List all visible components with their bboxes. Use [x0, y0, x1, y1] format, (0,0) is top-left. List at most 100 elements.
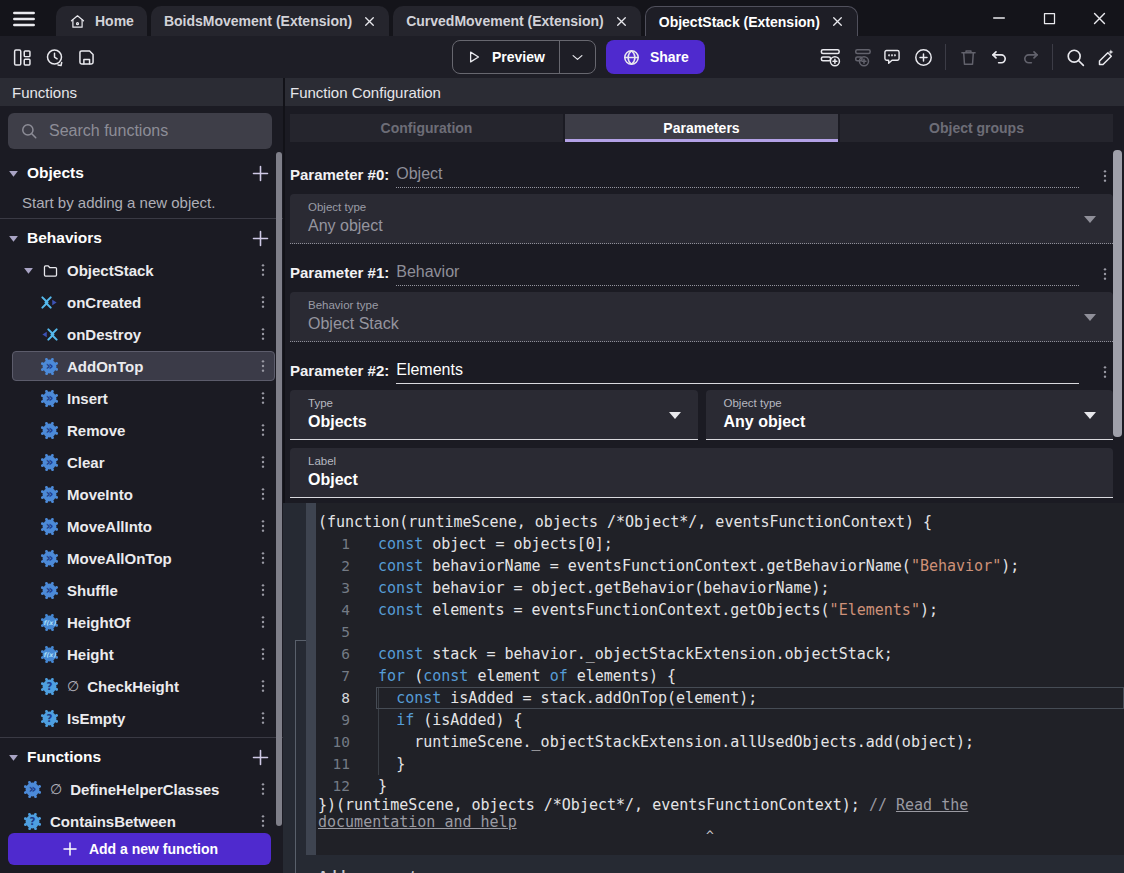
kebab-menu-icon[interactable] — [255, 294, 271, 310]
window-minimize-button[interactable] — [988, 7, 1010, 29]
sidebar-section-functions[interactable]: Functions — [0, 741, 283, 773]
kebab-menu-icon[interactable] — [255, 454, 271, 470]
svg-text:»: » — [46, 519, 54, 533]
kebab-menu-icon[interactable] — [255, 358, 271, 374]
parameter-name-input[interactable]: Behavior — [396, 263, 1079, 286]
function-item-addontop[interactable]: » AddOnTop — [0, 350, 283, 382]
share-button[interactable]: Share — [606, 40, 705, 74]
close-icon[interactable] — [363, 15, 376, 28]
search-functions-input[interactable]: Search functions — [8, 113, 272, 149]
tab-curvedmovement-extension-[interactable]: CurvedMovement (Extension) — [393, 6, 641, 36]
kebab-menu-icon[interactable] — [255, 614, 271, 630]
parameter-name-input[interactable]: Elements — [396, 361, 1079, 384]
function-item-definehelperclasses[interactable]: »∅ DefineHelperClasses — [0, 773, 283, 805]
kebab-menu-icon[interactable] — [255, 646, 271, 662]
sidebar-scrollbar[interactable] — [276, 152, 282, 826]
code-editor[interactable]: (function(runtimeScene, objects /*Object… — [316, 503, 1124, 855]
svg-text:»: » — [46, 487, 54, 501]
add-icon[interactable] — [250, 228, 271, 249]
tab-objectstack-extension-[interactable]: ObjectStack (Extension) — [645, 6, 858, 36]
action-icon: » — [40, 357, 59, 376]
action-icon: » — [23, 780, 42, 799]
panels-icon[interactable] — [10, 45, 34, 69]
function-item-oncreated[interactable]: onCreated — [0, 286, 283, 318]
close-icon[interactable] — [615, 15, 628, 28]
search-icon[interactable] — [1063, 45, 1087, 69]
add-comment-icon[interactable] — [880, 45, 904, 69]
field-object-type[interactable]: Object type Any object — [290, 194, 1113, 244]
line-number: 5 — [316, 621, 360, 643]
function-item-ondestroy[interactable]: onDestroy — [0, 318, 283, 350]
preview-dropdown-button[interactable] — [559, 40, 595, 74]
code-line-12: 12 } — [316, 775, 1124, 797]
window-maximize-button[interactable] — [1038, 7, 1060, 29]
editor-caret: ^ — [706, 828, 714, 843]
function-item-height[interactable]: f(x) Height — [0, 638, 283, 670]
function-item-insert[interactable]: » Insert — [0, 382, 283, 414]
window-controls — [988, 0, 1124, 36]
field-object-type[interactable]: Object type Any object — [706, 390, 1114, 440]
kebab-menu-icon[interactable] — [255, 710, 271, 726]
field-type[interactable]: Type Objects — [290, 390, 698, 440]
kebab-menu-icon[interactable] — [255, 781, 271, 797]
kebab-menu-icon[interactable] — [255, 486, 271, 502]
toolbar-separator — [1052, 44, 1053, 70]
tab-boidsmovement-extension-[interactable]: BoidsMovement (Extension) — [151, 6, 389, 36]
svg-text:»: » — [46, 455, 54, 469]
function-item-shuffle[interactable]: » Shuffle — [0, 574, 283, 606]
kebab-menu-icon[interactable] — [255, 422, 271, 438]
save-icon[interactable] — [74, 45, 98, 69]
field-behavior-type[interactable]: Behavior type Object Stack — [290, 292, 1113, 342]
window-close-button[interactable] — [1088, 7, 1110, 29]
tab-parameters[interactable]: Parameters — [565, 114, 838, 142]
kebab-menu-icon[interactable] — [255, 518, 271, 534]
preview-button[interactable]: Preview — [453, 48, 559, 66]
kebab-menu-icon[interactable] — [1097, 364, 1113, 380]
add-function-button[interactable]: Add a new function — [8, 833, 271, 865]
kebab-menu-icon[interactable] — [1097, 266, 1113, 282]
code-wrapper-header: (function(runtimeScene, objects /*Object… — [316, 511, 1124, 533]
function-item-checkheight[interactable]: ?∅ CheckHeight — [0, 670, 283, 702]
main-scrollbar[interactable] — [1113, 150, 1122, 437]
function-item-isempty[interactable]: ? IsEmpty — [0, 702, 283, 734]
code-line-10: 10 runtimeScene._objectStackExtension.al… — [316, 731, 1124, 753]
kebab-menu-icon[interactable] — [1097, 168, 1113, 184]
history-icon[interactable] — [42, 45, 66, 69]
tab-object-groups[interactable]: Object groups — [840, 114, 1113, 142]
code-line-8: 8 const isAdded = stack.addOnTop(element… — [316, 687, 1124, 709]
add-event-icon[interactable] — [818, 45, 842, 69]
tab-home[interactable]: Home — [56, 6, 147, 36]
sidebar-section-behaviors[interactable]: Behaviors — [0, 222, 283, 254]
field-label: Type — [308, 397, 680, 409]
field-value: Object — [308, 471, 1095, 489]
sidebar-section-objects[interactable]: Objects — [0, 157, 283, 189]
line-number: 7 — [316, 665, 360, 687]
behavior-folder-objectstack[interactable]: ObjectStack — [0, 254, 283, 286]
kebab-menu-icon[interactable] — [255, 582, 271, 598]
kebab-menu-icon[interactable] — [255, 550, 271, 566]
field-label[interactable]: Label Object — [290, 448, 1113, 498]
kebab-menu-icon[interactable] — [255, 262, 271, 278]
close-icon[interactable] — [831, 15, 844, 28]
function-item-moveallontop[interactable]: » MoveAllOnTop — [0, 542, 283, 574]
search-placeholder: Search functions — [49, 122, 168, 140]
function-item-remove[interactable]: » Remove — [0, 414, 283, 446]
function-item-clear[interactable]: » Clear — [0, 446, 283, 478]
function-item-moveinto[interactable]: » MoveInto — [0, 478, 283, 510]
functions-panel-title: Functions — [0, 78, 283, 106]
kebab-menu-icon[interactable] — [255, 813, 271, 829]
add-icon[interactable] — [250, 747, 271, 768]
function-item-moveallinto[interactable]: » MoveAllInto — [0, 510, 283, 542]
menu-icon[interactable] — [10, 10, 38, 28]
parameter-name-input[interactable]: Object — [396, 165, 1079, 188]
add-icon[interactable] — [250, 163, 271, 184]
search-icon — [20, 122, 38, 140]
undo-icon[interactable] — [987, 45, 1011, 69]
add-circle-icon[interactable] — [911, 45, 935, 69]
edit-icon[interactable] — [1094, 45, 1118, 69]
kebab-menu-icon[interactable] — [255, 326, 271, 342]
kebab-menu-icon[interactable] — [255, 390, 271, 406]
function-item-heightof[interactable]: f(x) HeightOf — [0, 606, 283, 638]
kebab-menu-icon[interactable] — [255, 678, 271, 694]
tab-configuration[interactable]: Configuration — [290, 114, 563, 142]
